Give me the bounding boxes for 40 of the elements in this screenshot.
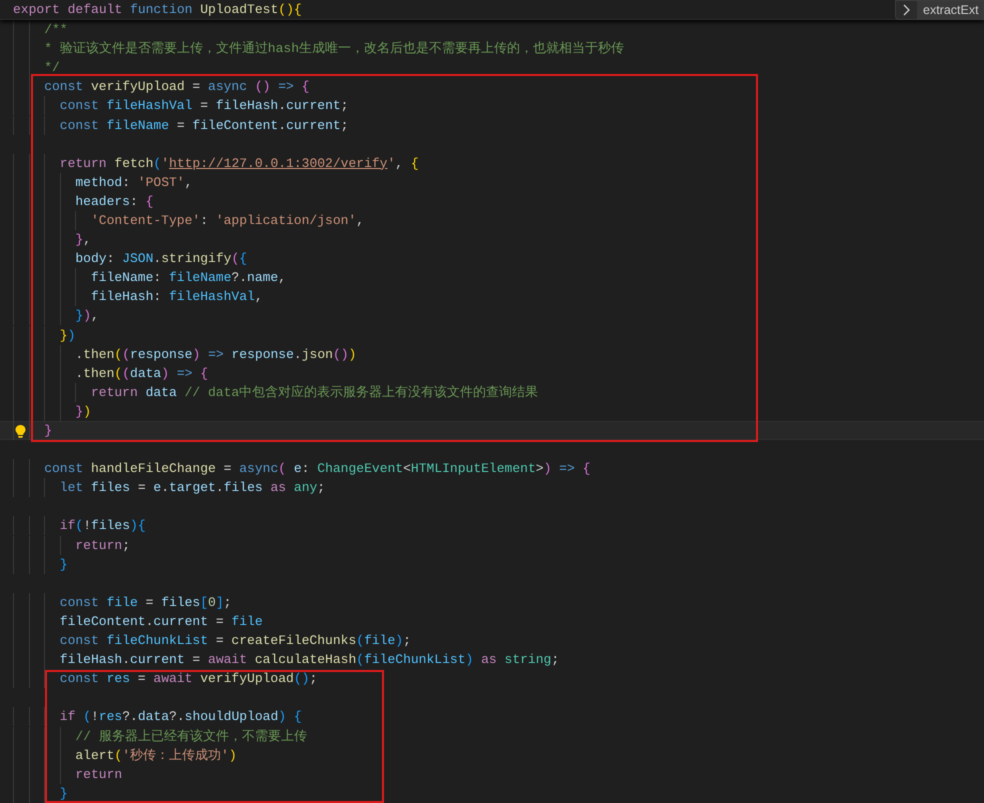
code-line: }, [75,231,91,250]
code-line: return fetch('http://127.0.0.1:3002/verify', { [60,154,419,173]
code-line: // 服务器上已经有该文件，不需要上传 [75,728,307,746]
code-line: body: JSON.stringify({ [75,250,248,268]
code-line: */ [44,59,60,78]
code-line: * 验证该文件是否需要上传，文件通过hash生成唯一，改名后也是不需要再上传的，也就相当于秒传 [44,40,624,58]
code-line: .then((data) => { [75,364,208,383]
chevron-right-icon[interactable] [902,4,911,16]
code-line: const file = files[0]; [60,594,232,612]
code-line: method: 'POST', [75,174,192,192]
code-line: return [75,766,122,784]
code-line: }), [75,307,99,326]
code-line: const fileChunkList = createFileChunks(file); [60,632,411,650]
code-line: } [44,422,52,440]
code-line: const handleFileChange = async( e: ChangeEvent<HTMLInputElement>) => { [44,460,590,478]
code-line: /** [44,21,68,40]
code-line: headers: { [75,192,154,211]
code-line: return data // data中包含对应的表示服务器上有没有该文件的查询结果 [90,384,538,402]
code-line: if(!files){ [60,517,146,536]
code-line: 'Content-Type': 'application/json', [90,212,364,230]
code-line: fileHash: fileHashVal, [90,288,263,306]
code-line: let files = e.target.files as any; [60,479,326,498]
code-line: } [60,784,68,803]
code-line: .then((response) => response.json()) [75,346,356,364]
code-line: export default function UploadTest(){ [13,1,302,19]
code-line: }) [75,402,91,421]
code-line: }) [60,326,76,345]
code-line: fileHash.current = await calculateHash(fileChunkList) as string; [60,651,560,670]
code-line: return; [75,536,130,555]
breadcrumb-item[interactable]: extractExt [917,1,983,19]
code-line: const res = await verifyUpload(); [60,670,318,688]
code-line: if (!res?.data?.shouldUpload) { [60,708,302,726]
lightbulb-icon[interactable] [14,424,27,439]
code-line: const verifyUpload = async () => { [44,78,310,96]
code-line: fileName: fileName?.name, [90,269,286,288]
code-line: } [60,556,68,574]
code-line: const fileName = fileContent.current; [60,116,348,135]
code-line: fileContent.current = file [60,612,263,631]
code-line: const fileHashVal = fileHash.current; [60,97,348,116]
code-line: alert('秒传：上传成功') [75,746,237,765]
